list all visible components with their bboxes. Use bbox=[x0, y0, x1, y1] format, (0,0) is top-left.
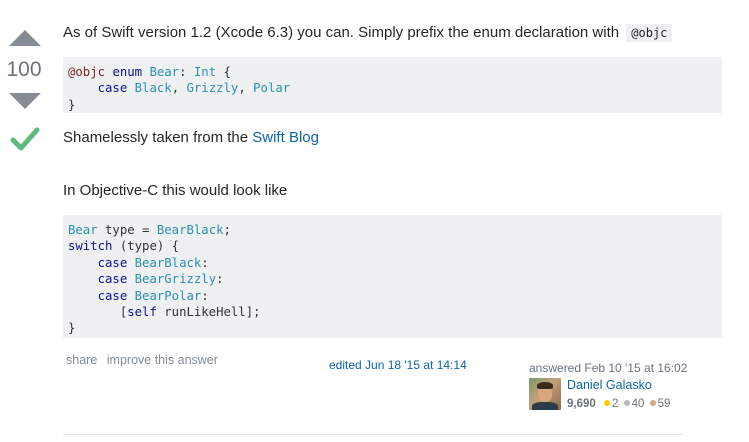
paragraph-intro: As of Swift version 1.2 (Xcode 6.3) you … bbox=[63, 23, 673, 43]
code-line: switch (type) { bbox=[68, 239, 180, 254]
bronze-badge-icon bbox=[649, 400, 656, 407]
code-attr: @objc bbox=[68, 65, 106, 79]
code-keyword-case: case bbox=[97, 81, 128, 96]
code-line: case BearPolar: bbox=[97, 288, 209, 303]
intro-text: As of Swift version 1.2 (Xcode 6.3) you … bbox=[63, 24, 620, 41]
silver-badge-icon bbox=[623, 400, 630, 407]
code-type-int: Int bbox=[193, 65, 217, 79]
code-open-brace: { bbox=[223, 65, 231, 79]
vote-count: 100 bbox=[6, 58, 42, 81]
code-block-swift: @objc enum Bear: Int { case Black, Grizz… bbox=[63, 57, 722, 113]
user-reputation-line: 9,690 2 40 59 bbox=[567, 398, 670, 410]
answered-timestamp: answered Feb 10 '15 at 16:02 bbox=[529, 361, 688, 375]
paragraph-objc: In Objective-C this would look like bbox=[63, 182, 288, 199]
downvote-arrow-icon[interactable] bbox=[9, 93, 41, 109]
user-name-link[interactable]: Daniel Galasko bbox=[567, 378, 652, 392]
inline-code-objc: @objc bbox=[626, 24, 673, 42]
upvote-arrow-icon[interactable] bbox=[9, 30, 41, 46]
objc-code-lines: Bear type = BearBlack; switch (type) { c… bbox=[68, 223, 261, 335]
code-colon: : bbox=[179, 65, 187, 79]
gold-badge-icon bbox=[603, 400, 610, 407]
code-type-bear: Bear bbox=[149, 65, 180, 79]
accepted-checkmark-icon bbox=[10, 127, 40, 151]
code-line: case BearGrizzly: bbox=[97, 272, 224, 287]
code-case-black: Black bbox=[134, 81, 172, 96]
bronze-badge-count: 59 bbox=[657, 398, 671, 410]
reputation-score: 9,690 bbox=[567, 398, 596, 410]
divider bbox=[63, 434, 683, 435]
silver-badge-count: 40 bbox=[631, 398, 645, 410]
source-text: Shamelessly taken from the bbox=[63, 129, 249, 146]
code-block-objc: Bear type = BearBlack; switch (type) { c… bbox=[63, 215, 722, 338]
code-line: Bear type = BearBlack; bbox=[68, 223, 231, 237]
post-menu: share improve this answer bbox=[66, 353, 224, 367]
user-card: answered Feb 10 '15 at 16:02 Daniel Gala… bbox=[529, 358, 729, 410]
improve-answer-link[interactable]: improve this answer bbox=[107, 353, 218, 367]
code-line: [self runLikeHell]; bbox=[68, 305, 261, 320]
edited-timestamp-link[interactable]: edited Jun 18 '15 at 14:14 bbox=[329, 358, 467, 372]
share-link[interactable]: share bbox=[66, 353, 97, 367]
paragraph-source: Shamelessly taken from the Swift Blog bbox=[63, 128, 319, 148]
code-line: case BearBlack: bbox=[97, 255, 209, 270]
code-line: } bbox=[68, 321, 76, 336]
code-close-brace: } bbox=[68, 97, 76, 112]
code-keyword-enum: enum bbox=[112, 65, 143, 79]
user-avatar[interactable] bbox=[529, 378, 561, 410]
gold-badge-count: 2 bbox=[611, 398, 619, 410]
code-case-grizzly: Grizzly bbox=[186, 81, 239, 96]
code-case-polar: Polar bbox=[253, 81, 291, 96]
swift-blog-link[interactable]: Swift Blog bbox=[252, 129, 319, 146]
